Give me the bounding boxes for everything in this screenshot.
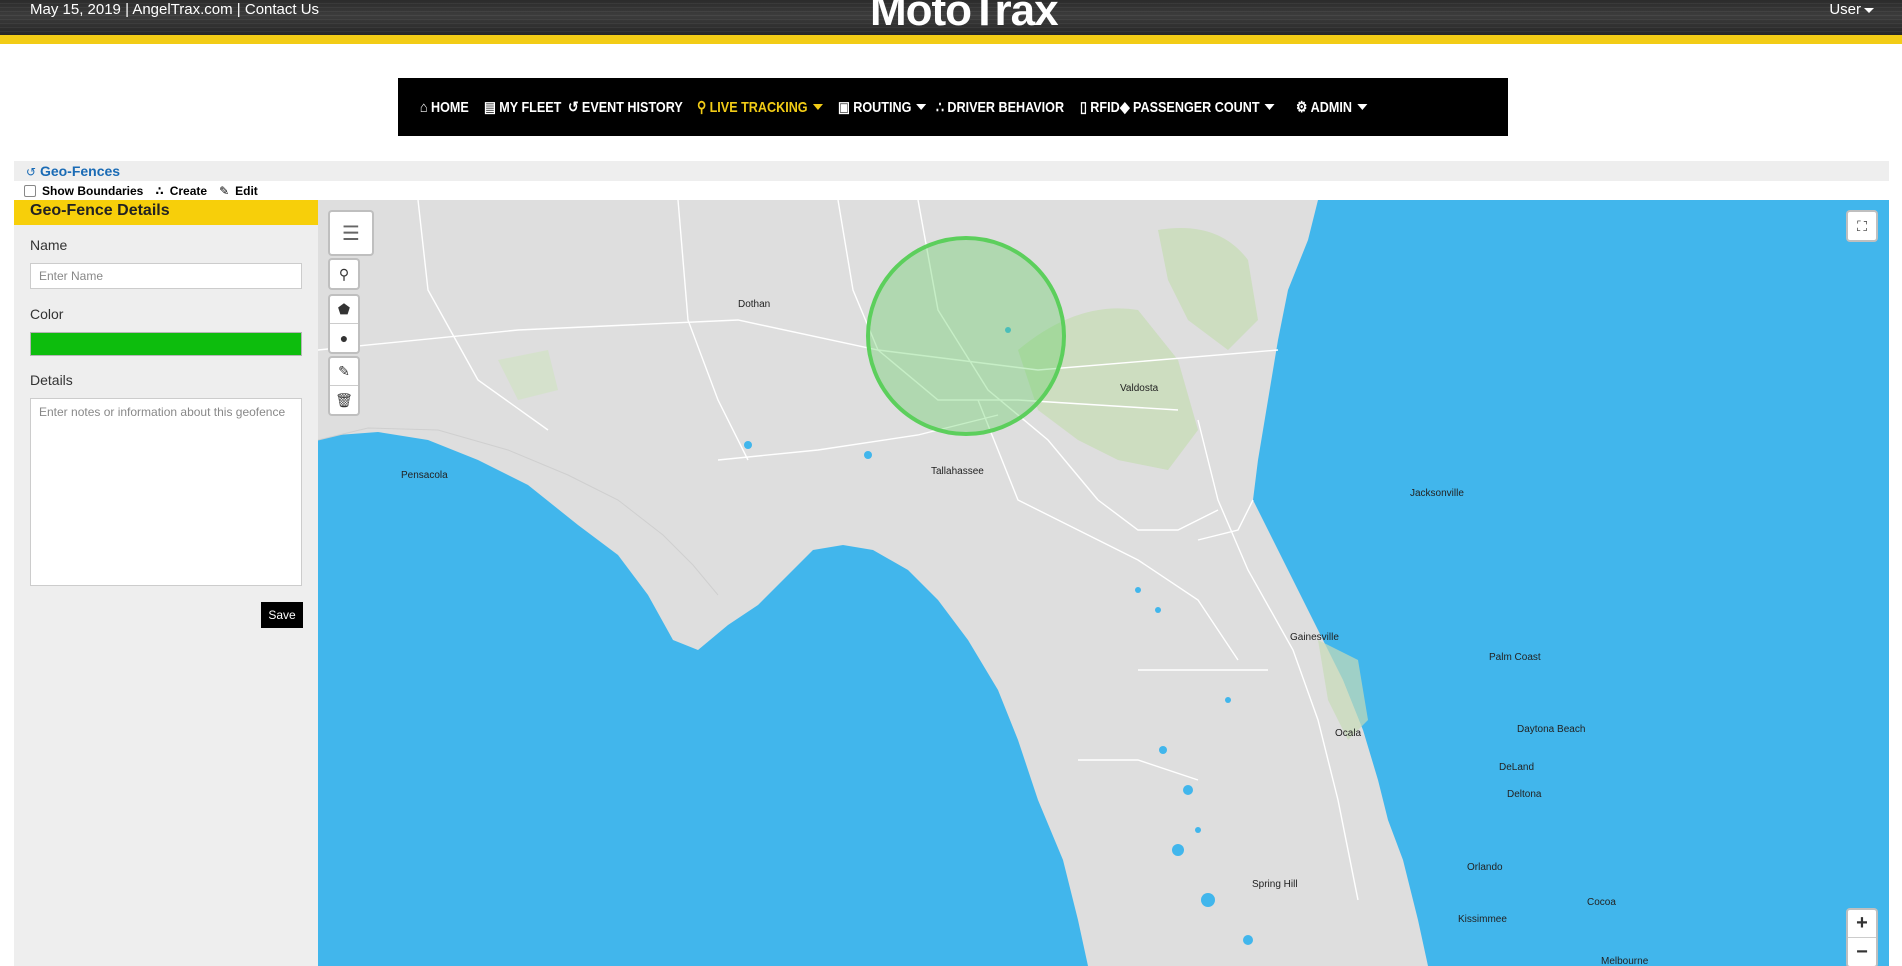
show-boundaries-toggle[interactable]: Show Boundaries [24, 184, 143, 198]
user-menu[interactable]: User [1829, 1, 1874, 18]
nav-passenger-count[interactable]: ◆ PASSENGER COUNT [1120, 98, 1275, 116]
city-label: DeLand [1499, 762, 1535, 773]
site-link[interactable]: AngelTrax.com [132, 1, 232, 18]
city-label: Daytona Beach [1517, 724, 1586, 735]
fullscreen-control[interactable]: ⛶ [1846, 210, 1878, 242]
nav-routing[interactable]: ▣ ROUTING [838, 98, 927, 116]
city-label: Gainesville [1290, 632, 1339, 643]
sitemap-icon: ∴ [935, 99, 944, 116]
city-label: Valdosta [1120, 383, 1159, 394]
city-label: Cocoa [1587, 897, 1616, 908]
show-boundaries-checkbox[interactable] [24, 184, 36, 197]
city-label: Tallahassee [931, 466, 984, 477]
city-label: Jacksonville [1410, 488, 1464, 499]
city-label: Ocala [1335, 728, 1362, 739]
search-control[interactable]: ⚲ [328, 258, 360, 290]
city-label: Kissimmee [1458, 914, 1507, 925]
id-card-icon: ▯ [1080, 99, 1088, 116]
panel-title: Geo-Fence Details [14, 200, 318, 225]
map-basemap [318, 200, 1428, 966]
save-button[interactable]: Save [261, 602, 303, 628]
city-label: Orlando [1467, 862, 1503, 873]
sitemap-icon: ∴ [155, 183, 164, 198]
city-label: Palm Coast [1489, 652, 1541, 663]
geofence-circle [866, 236, 1066, 436]
city-label: Pensacola [401, 470, 448, 481]
zoom-in-button[interactable]: + [1848, 910, 1876, 938]
name-label: Name [30, 237, 68, 253]
caret-down-icon [1864, 7, 1874, 13]
color-label: Color [30, 306, 64, 322]
history-icon: ↺ [26, 165, 37, 179]
edit-layers-icon[interactable]: ✎ [330, 358, 358, 386]
create-button[interactable]: ∴ Create [155, 184, 207, 198]
top-header: May 15, 2019 | AngelTrax.com | Contact U… [0, 0, 1902, 44]
draw-toolbar: ⬟ ● [328, 294, 360, 354]
layers-control[interactable]: ☰ [328, 210, 374, 256]
main-nav: ⌂ HOME ▤ MY FLEET ↺ EVENT HISTORY ⚲ LIVE TRA… [398, 78, 1508, 136]
map-canvas[interactable]: Dothan Valdosta Pensacola Tallahassee Ja… [318, 200, 1889, 966]
city-label: Melbourne [1601, 956, 1649, 966]
color-picker[interactable] [30, 332, 302, 356]
cog-icon: ⚙ [1295, 99, 1307, 116]
city-label: Deltona [1507, 789, 1542, 800]
caret-down-icon [1356, 104, 1367, 110]
logo[interactable]: MotoTrax [870, 0, 1059, 35]
details-label: Details [30, 372, 73, 388]
draw-circle-icon[interactable]: ● [330, 324, 358, 352]
header-date: May 15, 2019 [30, 1, 121, 18]
contact-link[interactable]: Contact Us [245, 1, 319, 18]
fullscreen-icon[interactable]: ⛶ [1848, 212, 1876, 240]
city-label: Spring Hill [1252, 879, 1298, 890]
map-pin-icon: ⚲ [696, 99, 707, 116]
geofence-toolbar: Show Boundaries ∴ Create ✎ Edit [24, 182, 270, 199]
name-input[interactable]: Enter Name [30, 263, 302, 289]
nav-live-tracking[interactable]: ⚲ LIVE TRACKING [697, 98, 823, 116]
ticket-icon: ◆ [1119, 99, 1130, 116]
header-info: May 15, 2019 | AngelTrax.com | Contact U… [30, 1, 320, 18]
caret-down-icon [916, 104, 927, 110]
details-textarea[interactable]: Enter notes or information about this ge… [30, 398, 302, 586]
bus-icon: ▤ [484, 99, 496, 116]
draw-polygon-icon[interactable]: ⬟ [330, 296, 358, 324]
zoom-out-button[interactable]: − [1848, 938, 1876, 966]
nav-home[interactable]: ⌂ HOME [420, 99, 469, 116]
nav-my-fleet[interactable]: ▤ MY FLEET [484, 98, 561, 117]
trash-icon[interactable]: 🗑 [330, 386, 358, 414]
map-icon: ▣ [838, 99, 851, 116]
subheader: ↺ Geo-Fences [14, 161, 1889, 181]
zoom-control: + − [1846, 908, 1878, 966]
edit-icon: ✎ [219, 183, 230, 198]
city-label: Dothan [738, 299, 771, 310]
caret-down-icon [1264, 104, 1275, 110]
nav-admin[interactable]: ⚙ ADMIN [1296, 98, 1367, 116]
layers-icon[interactable]: ☰ [330, 212, 372, 254]
edit-toolbar: ✎ 🗑 [328, 356, 360, 416]
nav-rfid[interactable]: ▯ RFID [1080, 98, 1120, 117]
search-icon[interactable]: ⚲ [330, 260, 358, 288]
nav-event-history[interactable]: ↺ EVENT HISTORY [568, 98, 683, 117]
caret-down-icon [812, 104, 823, 110]
nav-driver-behavior[interactable]: ∴ DRIVER BEHAVIOR [935, 98, 1064, 117]
history-icon: ↺ [568, 99, 579, 116]
geofences-link[interactable]: Geo-Fences [40, 163, 120, 179]
edit-button[interactable]: ✎ Edit [219, 184, 258, 198]
geofence-details-panel: Geo-Fence Details Name Enter Name Color … [14, 200, 318, 966]
home-icon: ⌂ [420, 98, 428, 116]
